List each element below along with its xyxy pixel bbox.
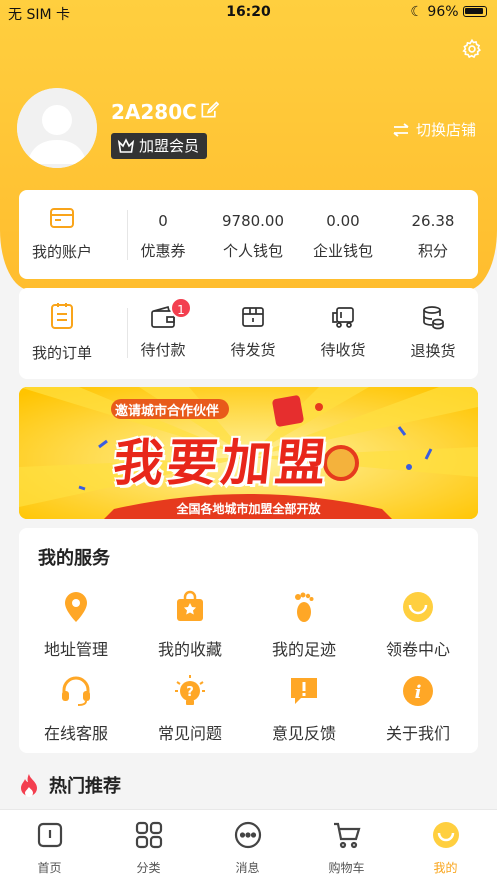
orders-card: 我的订单 待付款 1 待发货 待收货 退换货 <box>19 288 478 379</box>
stat-points[interactable]: 26.38 积分 <box>389 212 477 261</box>
my-account-button[interactable]: 我的账户 <box>19 205 105 262</box>
tab-bar: 首页 分类 消息 购物车 我的 <box>0 809 497 883</box>
account-card-icon <box>50 208 74 228</box>
profile-smile-icon <box>432 822 459 848</box>
moon-icon: ☾ <box>410 4 423 20</box>
switch-store-button[interactable]: 切换店铺 <box>392 119 476 140</box>
stat-value: 0.00 <box>326 212 360 230</box>
tab-profile[interactable]: 我的 <box>396 820 495 876</box>
service-label: 领卷中心 <box>385 640 450 659</box>
battery-icon <box>463 6 487 17</box>
stat-personal-wallet[interactable]: 9780.00 个人钱包 <box>209 212 297 261</box>
service-feedback[interactable]: 意见反馈 <box>247 674 361 744</box>
tab-cart[interactable]: 购物车 <box>297 820 396 876</box>
member-badge-label: 加盟会员 <box>139 137 200 155</box>
member-badge: 加盟会员 <box>111 133 208 159</box>
box-icon <box>242 307 264 327</box>
order-label: 退换货 <box>410 342 456 360</box>
service-label: 常见问题 <box>157 724 222 743</box>
svg-text:?: ? <box>186 685 194 700</box>
banner-bottom-text: 全国各地城市加盟全部开放 <box>176 502 321 516</box>
home-icon <box>37 822 62 848</box>
stat-value: 26.38 <box>411 212 455 230</box>
flame-icon <box>21 774 37 797</box>
banner-top-text: 邀请城市合作伙伴 <box>115 404 220 419</box>
feedback-icon <box>291 678 317 704</box>
service-label: 我的足迹 <box>271 640 336 659</box>
hot-recommend-header: 热门推荐 <box>19 772 121 798</box>
question-bulb-icon: ? <box>175 675 205 705</box>
banner-main-text: 我要加盟 <box>110 434 333 492</box>
my-orders-button[interactable]: 我的订单 <box>19 302 105 363</box>
info-icon: i <box>403 676 433 706</box>
service-about[interactable]: i 关于我们 <box>361 674 475 744</box>
service-label: 地址管理 <box>43 640 108 659</box>
tab-category[interactable]: 分类 <box>99 820 198 876</box>
services-card: 我的服务 地址管理 我的收藏 我的足迹 领卷中心 在线客服 ? 常见问题 意见反… <box>19 528 478 753</box>
order-to-ship[interactable]: 待发货 <box>209 305 297 360</box>
order-label: 待收货 <box>320 341 366 359</box>
account-card: 我的账户 0 优惠券 9780.00 个人钱包 0.00 企业钱包 26.38 … <box>19 190 478 279</box>
order-to-receive[interactable]: 待收货 <box>299 305 387 360</box>
truck-icon <box>332 307 354 328</box>
service-label: 我的收藏 <box>157 640 222 659</box>
my-orders-label: 我的订单 <box>31 344 92 362</box>
stat-label: 优惠券 <box>140 242 186 260</box>
tab-label: 消息 <box>235 861 260 875</box>
service-label: 在线客服 <box>43 724 108 743</box>
tab-label: 购物车 <box>328 861 365 875</box>
message-icon <box>234 821 261 849</box>
join-banner[interactable]: 邀请城市合作伙伴 我要加盟 全国各地城市加盟全部开放 <box>19 387 478 519</box>
order-returns[interactable]: 退换货 <box>389 305 477 361</box>
stat-label: 积分 <box>417 242 448 260</box>
switch-store-label: 切换店铺 <box>416 121 477 139</box>
edit-icon[interactable] <box>199 100 219 120</box>
service-faq[interactable]: ? 常见问题 <box>133 674 247 744</box>
stat-label: 个人钱包 <box>222 242 283 260</box>
favorite-bag-icon <box>177 590 203 621</box>
tab-label: 我的 <box>433 861 458 875</box>
location-icon <box>65 592 87 622</box>
tab-label: 分类 <box>136 861 161 875</box>
tab-home[interactable]: 首页 <box>0 820 99 876</box>
service-label: 意见反馈 <box>271 724 336 743</box>
coins-icon <box>423 306 444 330</box>
stat-value: 0 <box>158 212 168 230</box>
tab-label: 首页 <box>37 861 62 875</box>
category-icon <box>135 821 162 849</box>
service-label: 关于我们 <box>385 724 450 743</box>
order-label: 待付款 <box>140 341 186 359</box>
footprint-icon <box>295 592 314 622</box>
switch-arrows-icon <box>393 122 409 137</box>
battery-label: ☾ 96% <box>410 4 487 20</box>
order-pending-payment[interactable]: 待付款 1 <box>119 297 207 360</box>
tab-messages[interactable]: 消息 <box>198 820 297 876</box>
stat-value: 9780.00 <box>221 212 285 230</box>
avatar[interactable] <box>17 88 97 168</box>
stat-enterprise-wallet[interactable]: 0.00 企业钱包 <box>299 212 387 261</box>
service-address[interactable]: 地址管理 <box>19 590 133 660</box>
service-coupons[interactable]: 领卷中心 <box>361 590 475 660</box>
username: 2A280C <box>111 100 197 124</box>
stat-label: 企业钱包 <box>312 242 373 260</box>
order-list-icon <box>51 303 73 329</box>
stat-coupons[interactable]: 0 优惠券 <box>119 212 207 261</box>
battery-percent: 96% <box>427 4 459 20</box>
settings-gear-icon[interactable] <box>461 38 483 60</box>
order-label: 待发货 <box>230 341 276 359</box>
coupon-smile-icon <box>403 592 433 622</box>
service-support[interactable]: 在线客服 <box>19 674 133 744</box>
my-account-label: 我的账户 <box>31 243 92 261</box>
cart-icon <box>333 822 360 849</box>
svg-text:i: i <box>415 682 422 703</box>
crown-icon <box>117 138 135 153</box>
pending-count-badge: 1 <box>170 297 192 319</box>
service-favorites[interactable]: 我的收藏 <box>133 590 247 660</box>
headset-icon <box>62 676 90 706</box>
hot-title: 热门推荐 <box>49 776 121 797</box>
services-title: 我的服务 <box>38 548 110 569</box>
status-bar: 无 SIM 卡 16:20 ☾ 96% <box>0 0 497 26</box>
service-footprints[interactable]: 我的足迹 <box>247 590 361 660</box>
